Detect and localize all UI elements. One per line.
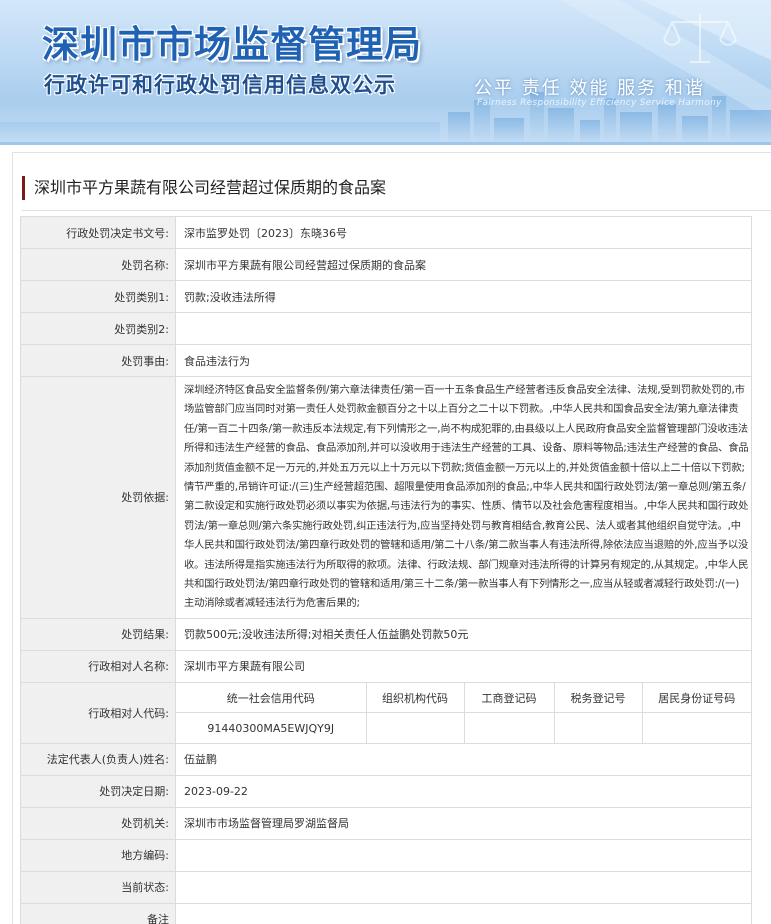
label-penalty-name: 处罚名称: [20,248,176,281]
site-banner: 深圳市市场监督管理局 行政许可和行政处罚信用信息双公示 公平 责任 效能 服务 … [0,0,771,145]
row-decision-number: 行政处罚决定书文号: 深市监罗处罚〔2023〕东晓36号 [20,216,752,249]
label-current-status: 当前状态: [20,870,176,904]
header-id-card-number: 居民身份证号码 [641,682,751,714]
value-business-reg-code [463,712,555,743]
value-current-status [175,870,752,904]
row-penalty-basis: 处罚依据: 深圳经济特区食品安全监督条例/第六章法律责任/第一百一十五条食品生产… [20,376,752,619]
value-penalty-reason: 食品违法行为 [175,344,752,377]
value-remarks [175,902,752,924]
label-party-codes: 行政相对人代码: [20,681,176,744]
label-penalty-result: 处罚结果: [20,617,176,651]
row-penalty-category-1: 处罚类别1: 罚款;没收违法所得 [20,280,752,313]
row-party-name: 行政相对人名称: 深圳市平方果蔬有限公司 [20,649,752,683]
header-org-code: 组织机构代码 [365,682,465,714]
value-decision-number: 深市监罗处罚〔2023〕东晓36号 [175,216,752,249]
value-id-card-number [641,712,751,743]
value-local-code [175,838,752,872]
row-penalty-name: 处罚名称: 深圳市平方果蔬有限公司经营超过保质期的食品案 [20,248,752,281]
row-remarks: 备注 [20,902,752,924]
party-codes-cell: 统一社会信用代码 组织机构代码 工商登记码 税务登记号 居民身份证号码 9144… [175,681,752,744]
label-penalty-authority: 处罚机关: [20,806,176,840]
row-decision-date: 处罚决定日期: 2023-09-22 [20,774,752,808]
label-penalty-reason: 处罚事由: [20,344,176,377]
title-divider [22,210,771,211]
site-slogan: 公平 责任 效能 服务 和谐 [474,78,705,99]
header-business-reg-code: 工商登记码 [463,682,555,714]
row-penalty-result: 处罚结果: 罚款500元;没收违法所得;对相关责任人伍益鹏处罚款50元 [20,617,752,651]
header-tax-reg-code: 税务登记号 [553,682,643,714]
label-party-name: 行政相对人名称: [20,649,176,683]
value-penalty-authority: 深圳市市场监督管理局罗湖监督局 [175,806,752,840]
row-current-status: 当前状态: [20,870,752,904]
label-remarks: 备注 [20,902,176,924]
site-subtitle: 行政许可和行政处罚信用信息双公示 [44,73,396,97]
party-codes-table: 统一社会信用代码 组织机构代码 工商登记码 税务登记号 居民身份证号码 9144… [176,682,751,743]
row-party-codes: 行政相对人代码: 统一社会信用代码 组织机构代码 工商登记码 税务登记号 居民身… [20,681,752,744]
label-penalty-basis: 处罚依据: [20,376,176,619]
row-local-code: 地方编码: [20,838,752,872]
row-penalty-reason: 处罚事由: 食品违法行为 [20,344,752,377]
value-party-name: 深圳市平方果蔬有限公司 [175,649,752,683]
row-penalty-category-2: 处罚类别2: [20,312,752,345]
value-penalty-category-1: 罚款;没收违法所得 [175,280,752,313]
row-penalty-authority: 处罚机关: 深圳市市场监督管理局罗湖监督局 [20,806,752,840]
row-legal-representative: 法定代表人(负责人)姓名: 伍益鹏 [20,742,752,776]
value-penalty-category-2 [175,312,752,345]
value-penalty-basis: 深圳经济特区食品安全监督条例/第六章法律责任/第一百一十五条食品生产经营者违反食… [175,376,752,619]
label-penalty-category-2: 处罚类别2: [20,312,176,345]
penalty-info-table: 行政处罚决定书文号: 深市监罗处罚〔2023〕东晓36号 处罚名称: 深圳市平方… [20,216,752,924]
label-local-code: 地方编码: [20,838,176,872]
value-org-code [365,712,465,743]
label-legal-representative: 法定代表人(负责人)姓名: [20,742,176,776]
value-penalty-name: 深圳市平方果蔬有限公司经营超过保质期的食品案 [175,248,752,281]
value-legal-representative: 伍益鹏 [175,742,752,776]
label-penalty-category-1: 处罚类别1: [20,280,176,313]
site-title: 深圳市市场监督管理局 [42,23,422,66]
header-unified-credit-code: 统一社会信用代码 [176,682,367,714]
value-tax-reg-code [553,712,643,743]
label-decision-date: 处罚决定日期: [20,774,176,808]
value-decision-date: 2023-09-22 [175,774,752,808]
value-penalty-result: 罚款500元;没收违法所得;对相关责任人伍益鹏处罚款50元 [175,617,752,651]
codes-value-row: 91440300MA5EWJQY9J [176,712,751,743]
label-decision-number: 行政处罚决定书文号: [20,216,176,249]
value-unified-credit-code: 91440300MA5EWJQY9J [176,712,367,743]
site-slogan-english: Fairness Responsibility Efficiency Servi… [477,98,722,108]
case-title: 深圳市平方果蔬有限公司经营超过保质期的食品案 [22,176,386,200]
codes-header-row: 统一社会信用代码 组织机构代码 工商登记码 税务登记号 居民身份证号码 [176,682,751,714]
